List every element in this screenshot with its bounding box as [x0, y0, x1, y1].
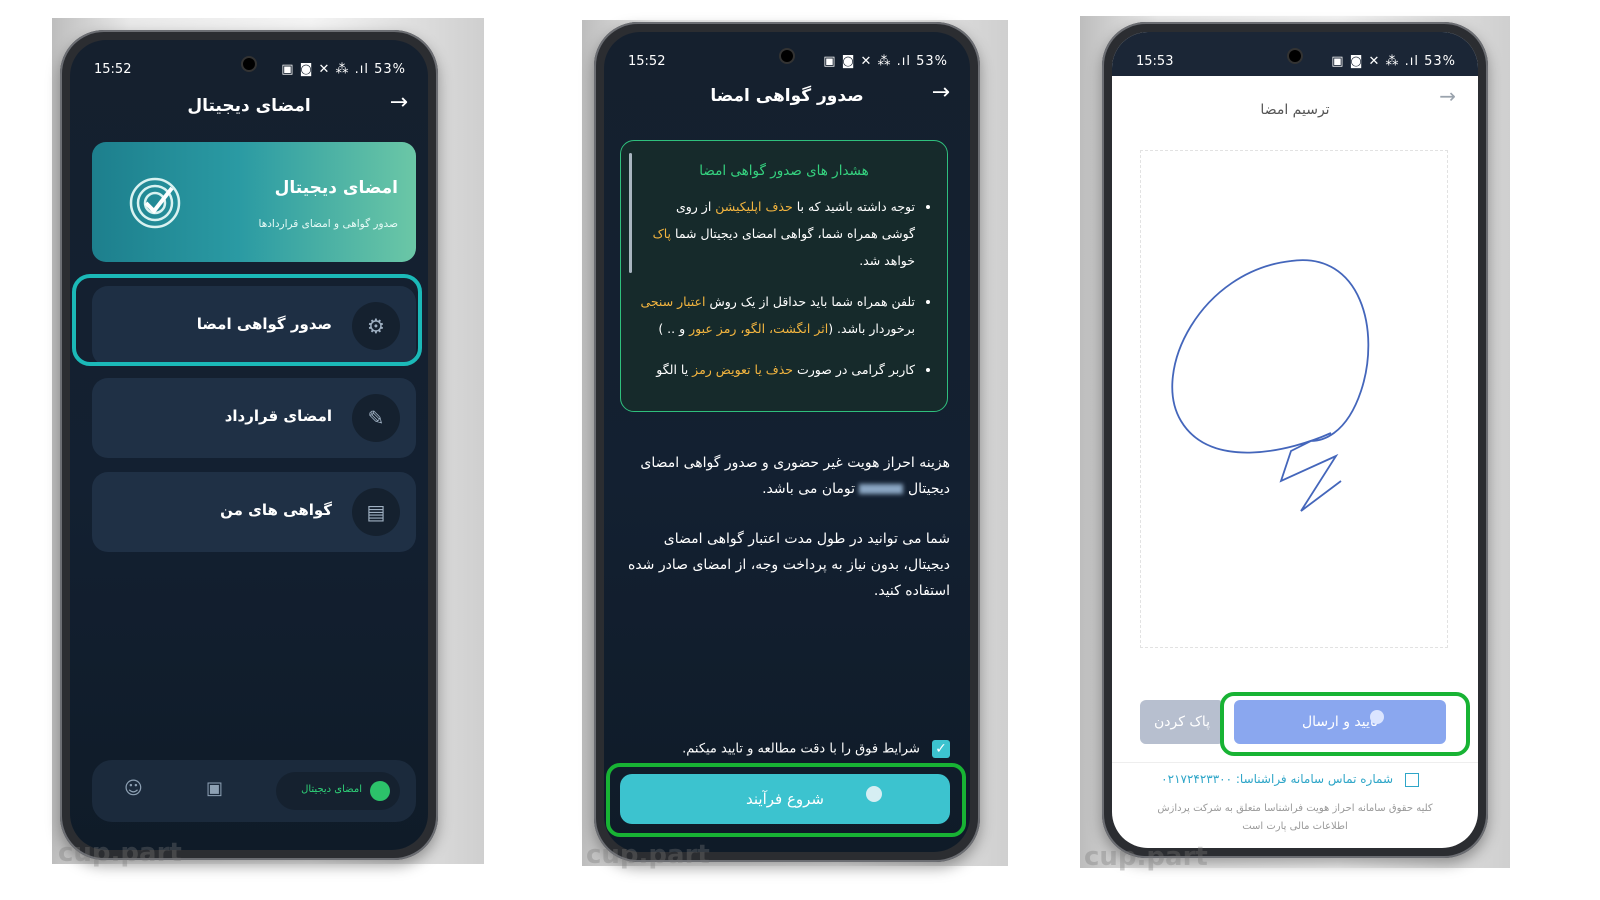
status-time: 15:52: [628, 54, 666, 69]
clear-button-label: پاک کردن: [1153, 714, 1211, 730]
scrollbar[interactable]: [629, 153, 632, 273]
cost-text: هزینه احراز هویت غیر حضوری و صدور گواهی …: [640, 455, 950, 497]
highlight-frame-start-button: [606, 763, 966, 837]
back-arrow-icon[interactable]: →: [390, 90, 408, 115]
clipboard-icon: ▤: [352, 488, 400, 536]
warning-list: توجه داشته باشید که با حذف اپلیکیشن از ر…: [621, 193, 947, 383]
warning-item: کاربر گرامی در صورت حذف یا تعویض رمز یا …: [639, 356, 915, 383]
battery-indicator: ▣ ◙ ✕ ⁂ .ıl 53%: [1331, 54, 1456, 69]
status-bar: 15:52 ▣ ◙ ✕ ⁂ .ıl 53%: [604, 32, 970, 72]
phone-screen-1: 15:52 ▣ ◙ ✕ ⁂ .ıl 53% امضای دیجیتال → ام…: [70, 40, 428, 850]
signature-drawing: [1171, 259, 1370, 512]
digital-signature-banner: امضای دیجیتال صدور گواهی و امضای قرارداد…: [92, 142, 416, 262]
warning-box: هشدار های صدور گواهی امضا توجه داشته باش…: [620, 140, 948, 412]
menu-item-sign-contract[interactable]: امضای قرارداد ✎: [92, 378, 416, 458]
front-camera: [243, 58, 255, 70]
signature-logo-icon: [129, 177, 181, 229]
banner-subtitle: صدور گواهی و امضای قراردادها: [258, 218, 399, 230]
agree-row[interactable]: ✓ شرایط فوق را با دقت مطالعه و تایید میک…: [628, 740, 950, 758]
warning-item: تلفن همراه شما باید حداقل از یک روش اعتب…: [639, 288, 915, 342]
home-icon: [370, 781, 390, 801]
front-camera: [781, 50, 793, 62]
clear-button[interactable]: پاک کردن: [1140, 700, 1224, 744]
watermark: cup.part: [586, 840, 710, 870]
front-camera: [1289, 50, 1301, 62]
menu-item-label: گواهی های من: [220, 501, 332, 519]
page-title: امضای دیجیتال: [187, 96, 311, 116]
phone-frame-1: 15:52 ▣ ◙ ✕ ⁂ .ıl 53% امضای دیجیتال → ام…: [60, 30, 438, 860]
contact-text: شماره تماس سامانه فراشناسا: ۰۲۱۷۲۴۲۳۳۰۰: [1161, 772, 1393, 786]
watermark: cup.part: [58, 838, 182, 868]
highlight-frame-issue-certificate: [72, 274, 422, 366]
profile-icon[interactable]: ☺: [124, 778, 143, 799]
document-icon[interactable]: ▣: [206, 778, 223, 799]
page-title: ترسیم امضا: [1260, 102, 1330, 118]
blurred-price: [859, 484, 904, 494]
warning-item: توجه داشته باشید که با حذف اپلیکیشن از ر…: [639, 193, 915, 274]
battery-indicator: ▣ ◙ ✕ ⁂ .ıl 53%: [281, 62, 406, 77]
pen-icon: ✎: [352, 394, 400, 442]
back-arrow-icon[interactable]: →: [932, 80, 950, 105]
status-bar: 15:53 ▣ ◙ ✕ ⁂ .ıl 53%: [1112, 32, 1478, 76]
bottom-navigation: ☺ ▣ امضای دیجیتال: [92, 760, 416, 822]
info-text: شما می توانید در طول مدت اعتبار گواهی ام…: [627, 531, 950, 599]
battery-indicator: ▣ ◙ ✕ ⁂ .ıl 53%: [823, 54, 948, 69]
highlight-frame-confirm-button: [1220, 692, 1470, 756]
status-bar: 15:52 ▣ ◙ ✕ ⁂ .ıl 53%: [70, 40, 428, 80]
signature-pad[interactable]: [1140, 150, 1448, 648]
banner-title: امضای دیجیتال: [274, 178, 398, 198]
checkbox-checked-icon[interactable]: ✓: [932, 740, 950, 758]
menu-item-label: امضای قرارداد: [224, 407, 332, 425]
menu-item-my-certificates[interactable]: گواهی های من ▤: [92, 472, 416, 552]
agree-label: شرایط فوق را با دقت مطالعه و تایید میکنم…: [682, 741, 920, 757]
page-title: صدور گواهی امضا: [710, 86, 864, 106]
phone-screen-2: 15:52 ▣ ◙ ✕ ⁂ .ıl 53% صدور گواهی امضا → …: [604, 32, 970, 852]
warning-title: هشدار های صدور گواهی امضا: [699, 163, 869, 179]
watermark: cup.part: [1084, 842, 1208, 872]
status-time: 15:52: [94, 62, 132, 77]
nav-item-digital-signature[interactable]: امضای دیجیتال: [276, 772, 400, 810]
support-icon: [1404, 772, 1419, 787]
footer-text: کلیه حقوق سامانه احراز هویت فراشناسا متع…: [1157, 803, 1433, 832]
contact-row[interactable]: شماره تماس سامانه فراشناسا: ۰۲۱۷۲۴۲۳۳۰۰: [1142, 772, 1438, 787]
phone-frame-2: 15:52 ▣ ◙ ✕ ⁂ .ıl 53% صدور گواهی امضا → …: [594, 22, 980, 862]
status-time: 15:53: [1136, 54, 1174, 69]
divider: [1112, 762, 1478, 763]
nav-item-label: امضای دیجیتال: [301, 784, 362, 795]
